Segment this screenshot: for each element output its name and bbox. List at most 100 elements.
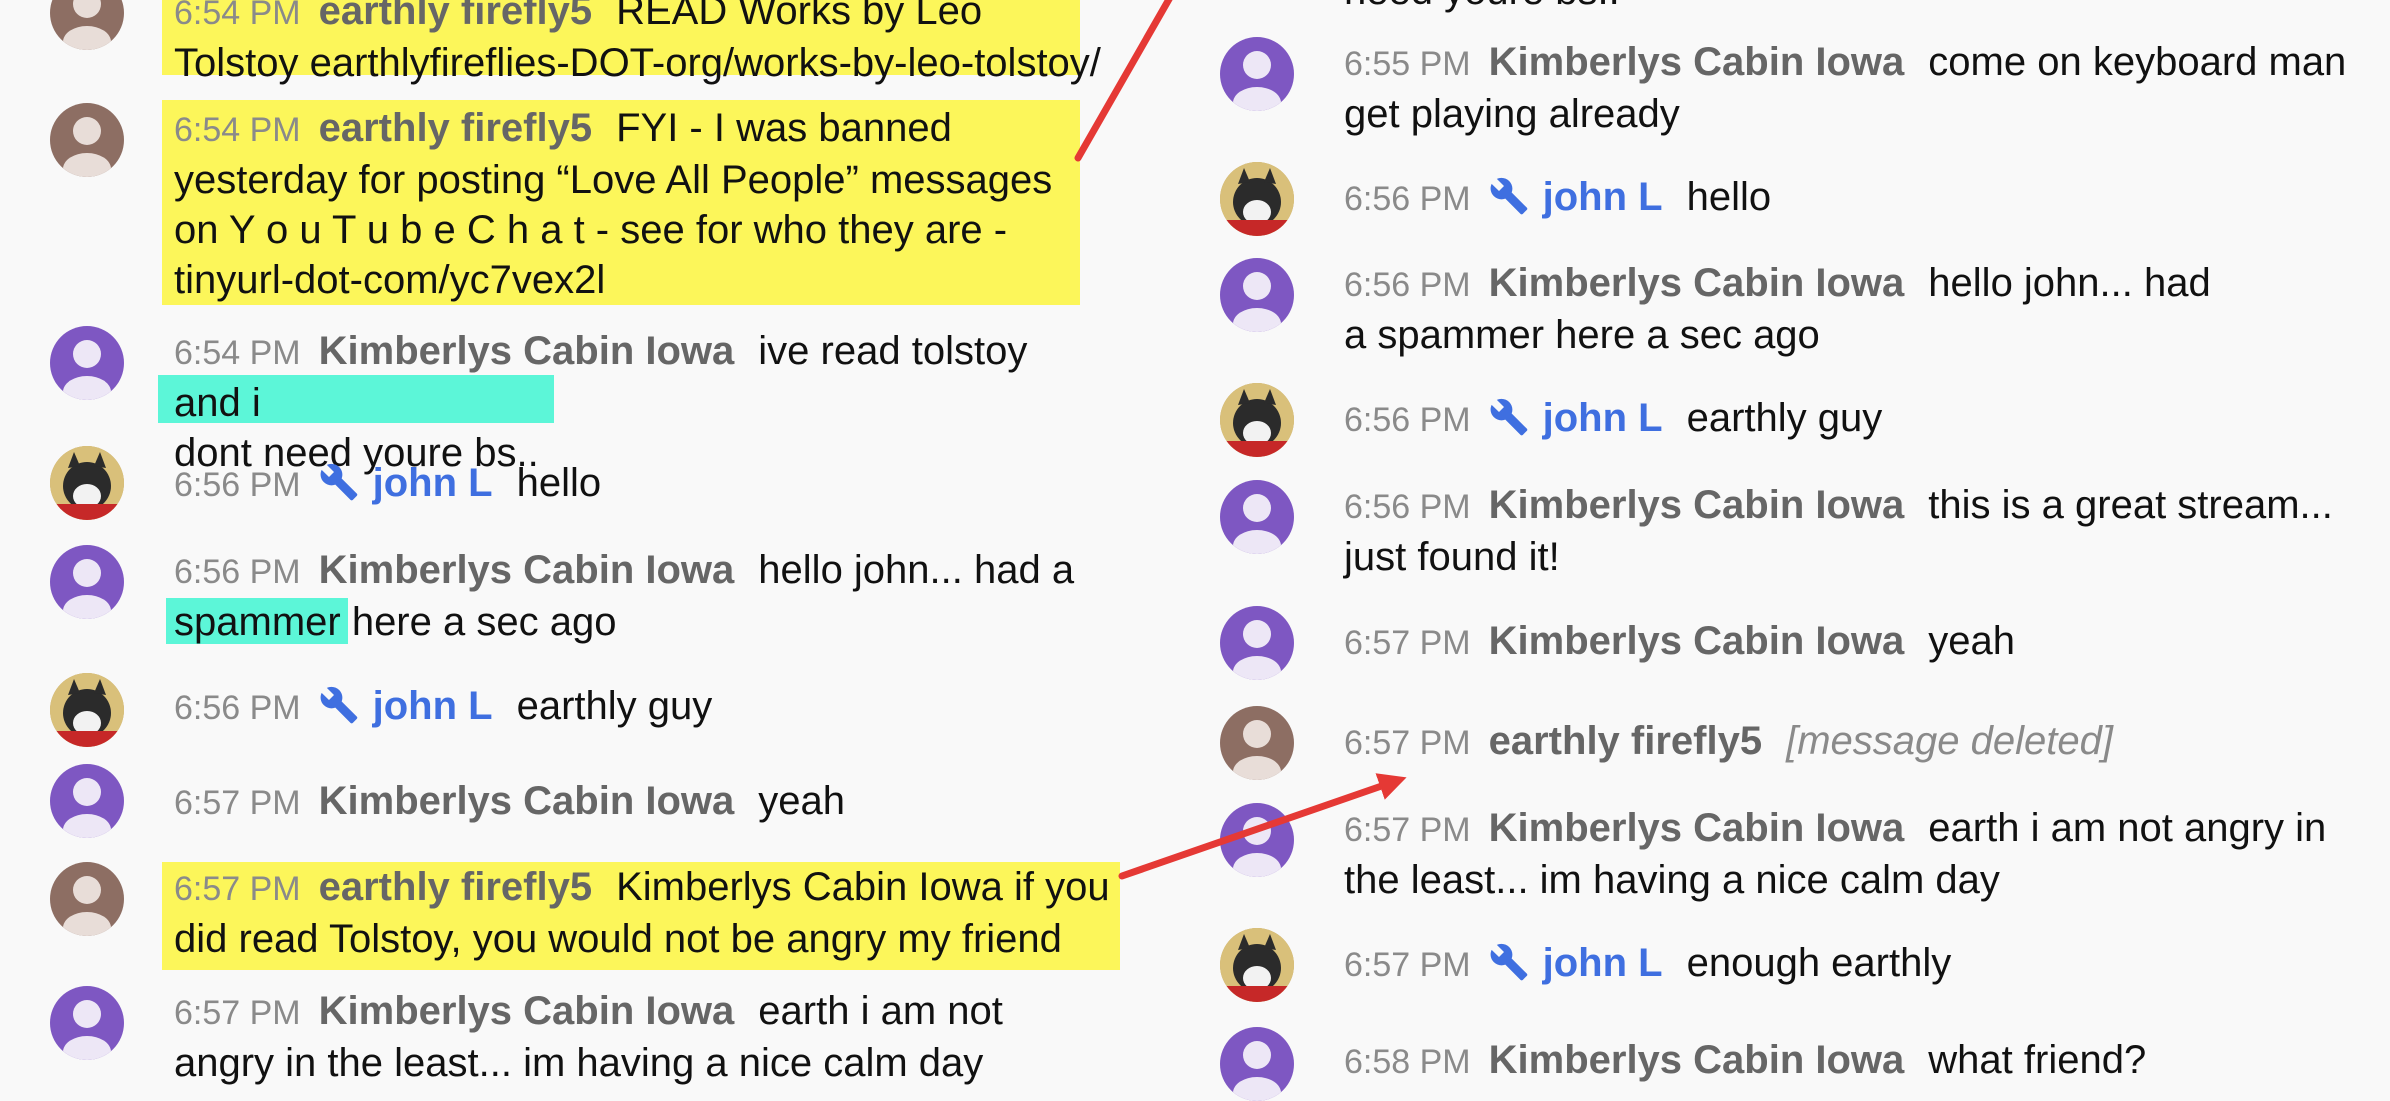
message-body: 6:57 PM Kimberlys Cabin Iowa earth i am no…	[174, 986, 1104, 1088]
message-time: 6:56 PM	[174, 689, 301, 727]
message-text: FYI - I was banned yesterday for posting…	[174, 106, 1053, 302]
avatar[interactable]	[50, 673, 124, 747]
message-author[interactable]: Kimberlys Cabin Iowa	[1489, 40, 1905, 84]
avatar[interactable]	[50, 103, 124, 177]
avatar[interactable]	[1220, 706, 1294, 780]
default-avatar-icon	[1233, 51, 1281, 111]
default-avatar-icon	[63, 117, 111, 177]
message-text: yeah	[1928, 619, 2016, 663]
message-author[interactable]: john L	[1543, 941, 1663, 985]
default-avatar-icon	[63, 0, 111, 50]
message-body: 6:57 PM Kimberlys Cabin Iowa yeah	[1344, 616, 2354, 668]
message-body: 6:57 PM Kimberlys Cabin Iowa yeah	[174, 776, 1104, 828]
avatar[interactable]	[50, 764, 124, 838]
message-body: 6:56 PM john L earthly guy	[174, 681, 1104, 737]
message-text: earthly guy	[516, 684, 713, 728]
message-text: hello	[516, 461, 602, 505]
message-body: 6:54 PM earthly firefly5 FYI - I was banne…	[174, 103, 1104, 305]
message-time: 6:57 PM	[1344, 624, 1471, 662]
message-body: 6:54 PM Kimberlys Cabin Iowa ive read tols…	[174, 326, 1104, 478]
message-time: 6:57 PM	[1344, 946, 1471, 984]
message-time: 6:55 PM	[1344, 45, 1471, 83]
default-avatar-icon	[63, 876, 111, 936]
message-time: 6:54 PM	[174, 334, 301, 372]
message-time: 6:56 PM	[1344, 180, 1471, 218]
avatar[interactable]	[50, 326, 124, 400]
message-text: Kimberlys Cabin Iowa if you did read Tol…	[174, 865, 1110, 961]
avatar[interactable]	[1220, 606, 1294, 680]
avatar[interactable]	[1220, 480, 1294, 554]
message-text: need youre bs..	[1344, 0, 1620, 13]
message-time: 6:57 PM	[1344, 724, 1471, 762]
message-author[interactable]: Kimberlys Cabin Iowa	[1489, 261, 1905, 305]
message-author[interactable]: earthly firefly5	[319, 0, 592, 33]
message-text: what friend?	[1928, 1038, 2147, 1082]
message-author[interactable]: earthly firefly5	[319, 106, 592, 150]
message-time: 6:57 PM	[174, 784, 301, 822]
avatar[interactable]	[1220, 803, 1294, 877]
message-author[interactable]: Kimberlys Cabin Iowa	[319, 989, 735, 1033]
avatar[interactable]	[1220, 162, 1294, 236]
message-time: 6:56 PM	[174, 466, 301, 504]
message-body: 6:56 PM john L earthly guy	[1344, 393, 2354, 449]
wrench-icon	[319, 685, 359, 737]
default-avatar-icon	[1233, 620, 1281, 680]
message-text: earthly guy	[1686, 396, 1883, 440]
wrench-icon	[1489, 942, 1529, 994]
avatar[interactable]	[1220, 928, 1294, 1002]
message-body: 6:56 PM john L hello	[174, 458, 1104, 514]
default-avatar-icon	[63, 340, 111, 400]
message-author[interactable]: Kimberlys Cabin Iowa	[1489, 806, 1905, 850]
message-body: 6:56 PM Kimberlys Cabin Iowa this is a gre…	[1344, 480, 2354, 582]
default-avatar-icon	[63, 778, 111, 838]
message-author[interactable]: Kimberlys Cabin Iowa	[1489, 1038, 1905, 1082]
avatar[interactable]	[1220, 383, 1294, 457]
message-author[interactable]: john L	[1543, 396, 1663, 440]
message-author[interactable]: Kimberlys Cabin Iowa	[319, 548, 735, 592]
message-body: 6:54 PM earthly firefly5 READ Works by Leo…	[174, 0, 1104, 88]
avatar[interactable]	[50, 446, 124, 520]
message-text: [message deleted]	[1786, 719, 2113, 763]
message-body: 6:57 PM Kimberlys Cabin Iowa earth i am no…	[1344, 803, 2354, 905]
chat-column-left: 6:54 PM earthly firefly5 READ Works by Leo…	[0, 0, 1130, 1085]
cat-avatar-icon	[50, 446, 124, 520]
message-author[interactable]: Kimberlys Cabin Iowa	[319, 329, 735, 373]
message-text: yeah	[758, 779, 846, 823]
message-time: 6:57 PM	[174, 870, 301, 908]
avatar[interactable]	[1220, 1027, 1294, 1101]
message-body: need youre bs..	[1344, 0, 2354, 16]
default-avatar-icon	[1233, 494, 1281, 554]
message-author[interactable]: john L	[373, 684, 493, 728]
avatar[interactable]	[50, 545, 124, 619]
default-avatar-icon	[63, 559, 111, 619]
cat-avatar-icon	[1220, 162, 1294, 236]
message-author[interactable]: earthly firefly5	[319, 865, 592, 909]
wrench-icon	[319, 462, 359, 514]
message-text: spammer	[174, 600, 341, 644]
message-author[interactable]: earthly firefly5	[1489, 719, 1762, 763]
message-author[interactable]: Kimberlys Cabin Iowa	[1489, 619, 1905, 663]
message-author[interactable]: john L	[373, 461, 493, 505]
avatar[interactable]	[50, 862, 124, 936]
message-time: 6:54 PM	[174, 0, 301, 32]
avatar[interactable]	[1220, 37, 1294, 111]
default-avatar-icon	[1233, 272, 1281, 332]
message-text: here a sec ago	[340, 600, 617, 644]
cat-avatar-icon	[1220, 383, 1294, 457]
wrench-icon	[1489, 176, 1529, 228]
message-author[interactable]: Kimberlys Cabin Iowa	[319, 779, 735, 823]
message-time: 6:57 PM	[1344, 811, 1471, 849]
message-author[interactable]: john L	[1543, 175, 1663, 219]
cat-avatar-icon	[1220, 928, 1294, 1002]
default-avatar-icon	[1233, 720, 1281, 780]
default-avatar-icon	[1233, 817, 1281, 877]
avatar[interactable]	[1220, 258, 1294, 332]
message-text: enough earthly	[1686, 941, 1952, 985]
message-body: 6:57 PM earthly firefly5 Kimberlys Cabin I…	[174, 862, 1114, 964]
message-body: 6:57 PM earthly firefly5 [message deleted]	[1344, 716, 2354, 768]
message-text: hello john... had a	[758, 548, 1075, 592]
avatar[interactable]	[50, 0, 124, 50]
message-author[interactable]: Kimberlys Cabin Iowa	[1489, 483, 1905, 527]
avatar[interactable]	[50, 986, 124, 1060]
message-time: 6:57 PM	[174, 994, 301, 1032]
